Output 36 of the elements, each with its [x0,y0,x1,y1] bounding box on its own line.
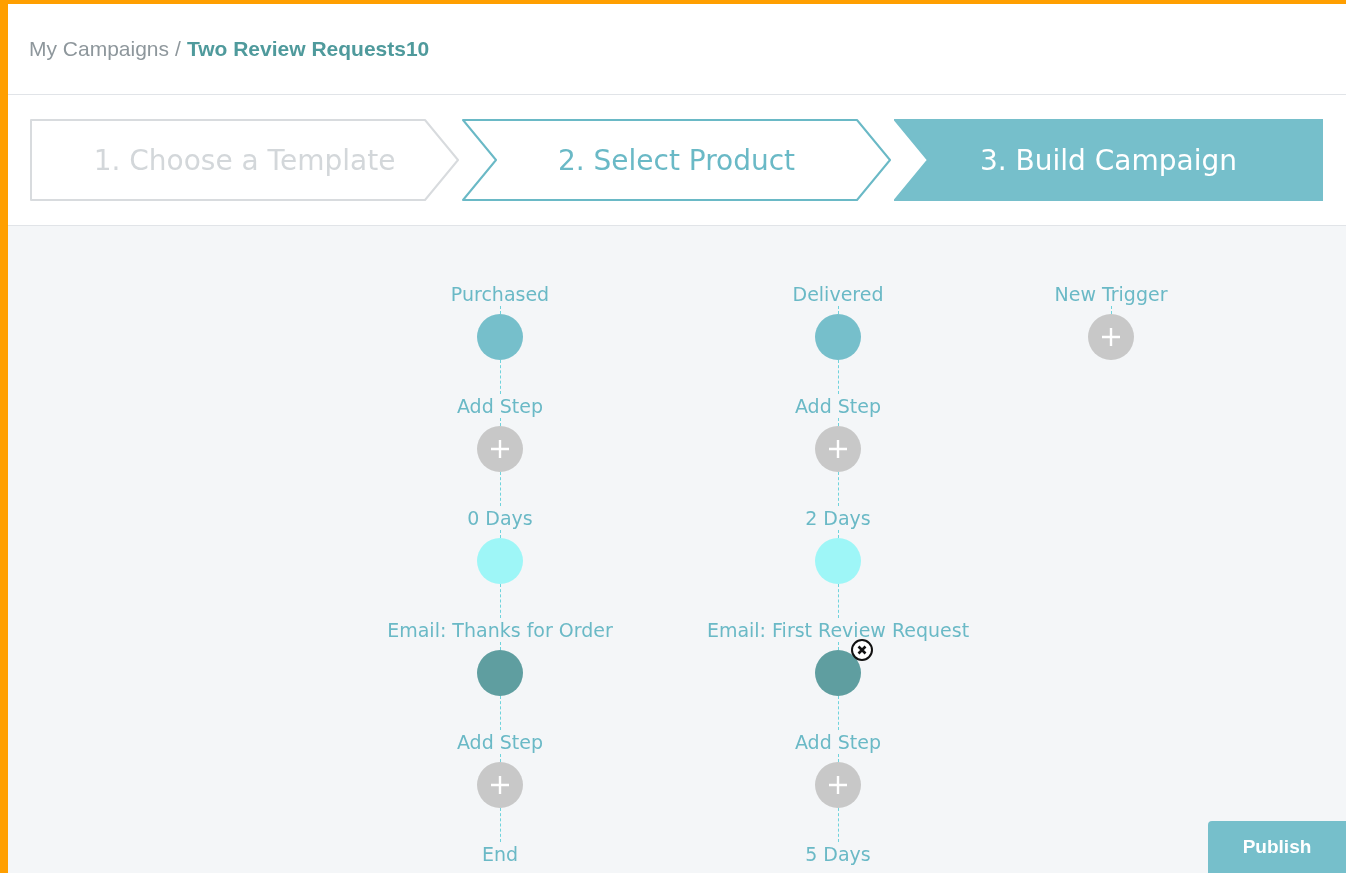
email-node[interactable] [477,650,523,696]
step-label: Add Step [456,394,544,418]
remove-icon[interactable] [851,639,873,661]
wizard-step-tab[interactable]: 2. Select Product [462,119,891,201]
breadcrumb-separator: / [175,37,181,61]
plus-icon [828,439,848,459]
add-step-button[interactable] [477,762,523,808]
step-label: 2 Days [805,506,871,530]
step-label: Add Step [794,730,882,754]
wizard-step-tab[interactable]: 3. Build Campaign [894,119,1323,201]
step-label: Email: Thanks for Order [387,618,613,642]
add-step-button[interactable] [477,426,523,472]
campaign-title: Two Review Requests10 [186,37,430,61]
step-label: Add Step [456,730,544,754]
step-label: Email: First Review Request [706,618,970,642]
add-step-button[interactable] [1088,314,1134,360]
step-label: Delivered [792,282,884,306]
step-label: 0 Days [467,506,533,530]
plus-icon [490,439,510,459]
plus-icon [490,775,510,795]
step-label: End [481,842,519,866]
add-step-button[interactable] [815,762,861,808]
trigger-node[interactable] [477,314,523,360]
step-label: New Trigger [1054,282,1168,306]
add-step-button[interactable] [815,426,861,472]
breadcrumb-link[interactable]: My Campaigns [29,37,170,61]
publish-button[interactable]: Publish [1208,821,1346,873]
delay-node[interactable] [815,538,861,584]
step-label: 5 Days [805,842,871,866]
plus-icon [1101,327,1121,347]
email-node[interactable] [815,650,861,696]
delay-node[interactable] [477,538,523,584]
trigger-node[interactable] [815,314,861,360]
step-label: Add Step [794,394,882,418]
step-label: Purchased [450,282,550,306]
plus-icon [828,775,848,795]
